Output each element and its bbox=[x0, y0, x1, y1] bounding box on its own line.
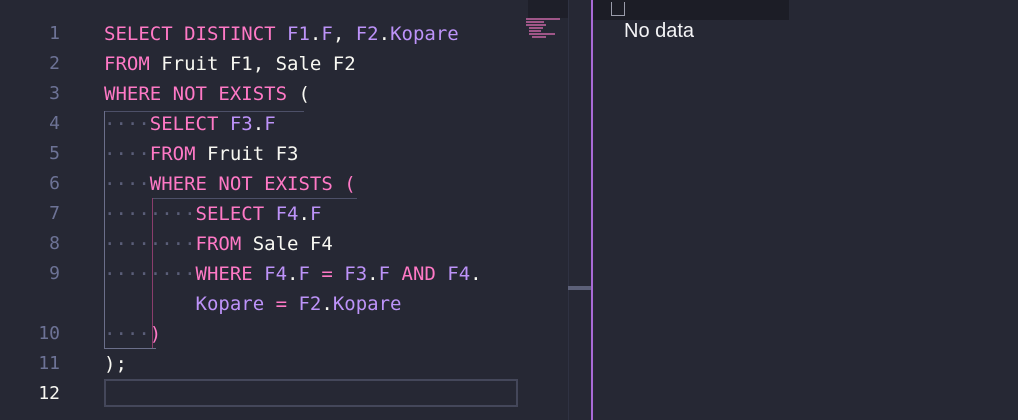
code-line: ····) bbox=[104, 319, 524, 349]
code-token: WHERE bbox=[195, 263, 265, 285]
line-number: 2 bbox=[49, 53, 60, 74]
line-number: 12 bbox=[38, 383, 60, 404]
code-line: ········FROM Sale F4 bbox=[104, 229, 524, 259]
line-number: 10 bbox=[38, 323, 60, 344]
code-token: ) bbox=[149, 323, 162, 345]
code-token: F bbox=[264, 113, 276, 135]
code-token: Kopare bbox=[332, 293, 402, 315]
code-token: F bbox=[321, 23, 333, 45]
line-number: 8 bbox=[49, 233, 60, 254]
code-token: F2 bbox=[298, 293, 322, 315]
code-token: F4 bbox=[264, 263, 288, 285]
code-token: . bbox=[470, 263, 482, 285]
line-number: 7 bbox=[49, 203, 60, 224]
line-number bbox=[0, 289, 70, 319]
code-token: Fruit F1, Sale F2 bbox=[161, 53, 356, 75]
code-token: WHERE NOT EXISTS bbox=[149, 173, 345, 195]
code-token: ···· bbox=[104, 143, 150, 165]
code-token: F1 bbox=[287, 23, 310, 45]
code-token: = bbox=[309, 263, 345, 285]
line-number: 5 bbox=[49, 143, 60, 164]
code-line: WHERE NOT EXISTS ( bbox=[104, 79, 524, 109]
code-token: . bbox=[287, 263, 299, 285]
sql-editor[interactable]: 1 2 3 4 5 6 7 8 9 10 11 12 SELECT DISTINCT F1.F, F2… bbox=[0, 0, 593, 420]
code-token: F3 bbox=[344, 263, 368, 285]
code-line: ); bbox=[104, 349, 524, 379]
code-token: Kopare bbox=[195, 293, 265, 315]
code-token: ); bbox=[104, 353, 127, 375]
code-token: ···· bbox=[104, 323, 150, 345]
vertical-scrollbar[interactable] bbox=[568, 0, 593, 420]
line-number: 9 bbox=[49, 263, 60, 284]
code-token: ···· bbox=[104, 173, 150, 195]
minimap[interactable] bbox=[526, 18, 566, 48]
code-line: ····FROM Fruit F3 bbox=[104, 139, 524, 169]
code-line: Kopare = F2.Kopare bbox=[104, 289, 524, 319]
code-line: ········WHERE F4.F = F3.F AND F4. bbox=[104, 259, 524, 289]
code-token: F bbox=[378, 263, 391, 285]
checkbox-icon[interactable] bbox=[611, 2, 625, 16]
code-token: SELECT DISTINCT bbox=[104, 23, 288, 45]
code-line: ····SELECT F3.F bbox=[104, 109, 524, 139]
line-number: 4 bbox=[49, 113, 60, 134]
code-token: AND bbox=[390, 263, 448, 285]
code-token: SELECT bbox=[195, 203, 276, 225]
line-number: 3 bbox=[49, 83, 60, 104]
code-token: . bbox=[321, 293, 333, 315]
code-lines[interactable]: SELECT DISTINCT F1.F, F2.Kopare FROM Frui… bbox=[104, 19, 524, 409]
code-token: F bbox=[298, 263, 310, 285]
code-token: F bbox=[309, 203, 322, 225]
code-token: . bbox=[367, 263, 379, 285]
code-token: ( bbox=[298, 83, 310, 105]
line-number: 6 bbox=[49, 173, 60, 194]
code-token: Kopare bbox=[390, 23, 459, 45]
code-token: . bbox=[378, 23, 391, 45]
code-line: SELECT DISTINCT F1.F, F2.Kopare bbox=[104, 19, 524, 49]
code-line: ····WHERE NOT EXISTS ( bbox=[104, 169, 524, 199]
code-token: . bbox=[252, 113, 265, 135]
results-panel: No data bbox=[593, 0, 1018, 420]
code-token: Sale F4 bbox=[252, 233, 333, 255]
code-token: . bbox=[309, 23, 322, 45]
line-number-gutter: 1 2 3 4 5 6 7 8 9 10 11 12 bbox=[0, 19, 70, 409]
code-token: SELECT bbox=[149, 113, 230, 135]
code-token: FROM bbox=[195, 233, 253, 255]
code-token: F2 bbox=[355, 23, 379, 45]
line-number: 11 bbox=[38, 353, 60, 374]
scrollbar-thumb[interactable] bbox=[568, 286, 592, 290]
code-token: F3 bbox=[229, 113, 253, 135]
code-token: . bbox=[298, 203, 310, 225]
code-line: FROM Fruit F1, Sale F2 bbox=[104, 49, 524, 79]
code-token: ········ bbox=[104, 263, 196, 285]
no-data-message: No data bbox=[624, 20, 695, 42]
code-token: FROM bbox=[104, 53, 162, 75]
results-header bbox=[593, 0, 789, 20]
code-token: Fruit F3 bbox=[206, 143, 299, 165]
code-token: F4 bbox=[275, 203, 299, 225]
code-token: = bbox=[264, 293, 299, 315]
code-token: ( bbox=[344, 173, 356, 195]
code-token: ········ bbox=[104, 233, 196, 255]
line-number: 1 bbox=[49, 23, 60, 44]
code-token: FROM bbox=[149, 143, 207, 165]
code-line: ········SELECT F4.F bbox=[104, 199, 524, 229]
code-token: F4 bbox=[447, 263, 471, 285]
code-token: ········ bbox=[104, 203, 196, 225]
code-token: , bbox=[332, 23, 356, 45]
code-token: ···· bbox=[104, 113, 150, 135]
code-token: WHERE NOT EXISTS bbox=[104, 83, 299, 105]
